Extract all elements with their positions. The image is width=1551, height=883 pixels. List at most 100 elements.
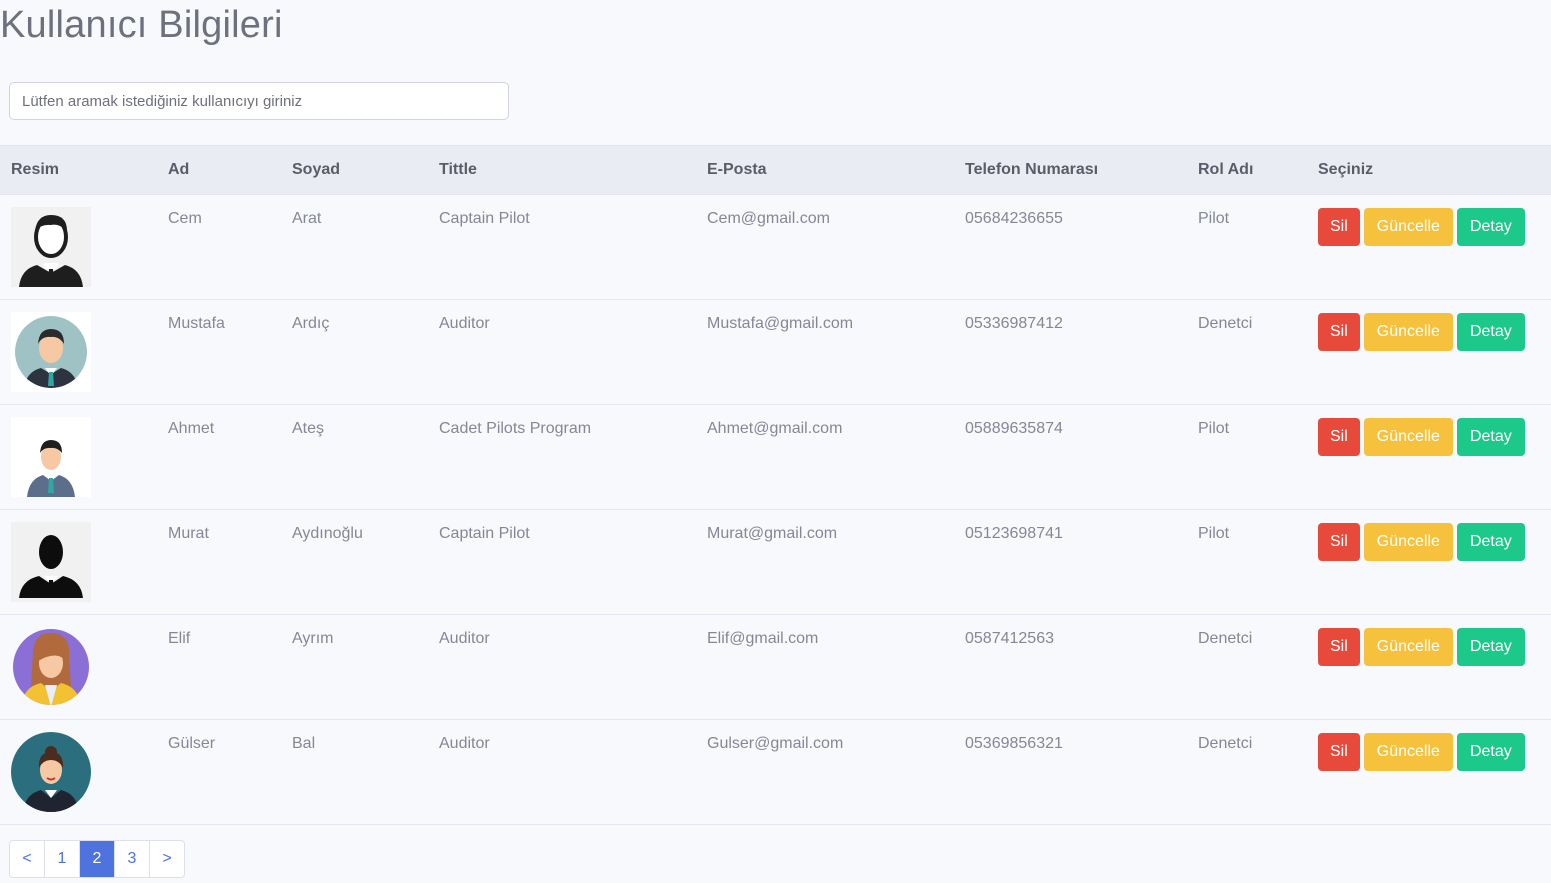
action-buttons: Sil Güncelle Detay <box>1318 733 1540 771</box>
table-row: Elif Ayrım Auditor Elif@gmail.com 0587412563… <box>0 614 1551 720</box>
cell-ad: Mustafa <box>157 299 281 405</box>
delete-button[interactable]: Sil <box>1318 523 1360 561</box>
cell-phone: 0587412563 <box>954 614 1187 720</box>
cell-role: Denetci <box>1187 299 1307 405</box>
cell-phone: 05684236655 <box>954 194 1187 300</box>
header-soyad: Soyad <box>281 145 428 195</box>
cell-role: Denetci <box>1187 614 1307 720</box>
pagination-prev[interactable]: < <box>10 841 45 877</box>
cell-phone: 05123698741 <box>954 509 1187 615</box>
search-input[interactable] <box>9 82 509 120</box>
avatar <box>11 312 91 392</box>
avatar-cell <box>0 719 157 825</box>
header-role: Rol Adı <box>1187 145 1307 195</box>
avatar-cell <box>0 404 157 510</box>
cell-soyad: Arat <box>281 194 428 300</box>
action-buttons: Sil Güncelle Detay <box>1318 628 1540 666</box>
update-button[interactable]: Güncelle <box>1363 208 1453 246</box>
cell-role: Pilot <box>1187 509 1307 615</box>
cell-role: Pilot <box>1187 404 1307 510</box>
cell-actions: Sil Güncelle Detay <box>1307 614 1551 720</box>
pagination: < 1 2 3 > <box>9 840 185 878</box>
header-email: E-Posta <box>696 145 954 195</box>
cell-soyad: Ardıç <box>281 299 428 405</box>
header-ad: Ad <box>157 145 281 195</box>
cell-title: Captain Pilot <box>428 509 696 615</box>
delete-button[interactable]: Sil <box>1318 418 1360 456</box>
pagination-next[interactable]: > <box>150 841 184 877</box>
detail-button[interactable]: Detay <box>1456 418 1525 456</box>
cell-title: Auditor <box>428 719 696 825</box>
delete-button[interactable]: Sil <box>1318 733 1360 771</box>
cell-title: Cadet Pilots Program <box>428 404 696 510</box>
cell-title: Auditor <box>428 614 696 720</box>
avatar <box>11 522 91 602</box>
detail-button[interactable]: Detay <box>1456 313 1525 351</box>
avatar <box>11 732 91 812</box>
avatar-cell <box>0 299 157 405</box>
cell-actions: Sil Güncelle Detay <box>1307 509 1551 615</box>
users-table: Resim Ad Soyad Tittle E-Posta Telefon Nu… <box>0 145 1551 825</box>
cell-title: Auditor <box>428 299 696 405</box>
table-row: Cem Arat Captain Pilot Cem@gmail.com 0568423… <box>0 194 1551 300</box>
search-container <box>9 82 509 120</box>
cell-soyad: Aydınoğlu <box>281 509 428 615</box>
cell-ad: Murat <box>157 509 281 615</box>
detail-button[interactable]: Detay <box>1456 208 1525 246</box>
cell-phone: 05889635874 <box>954 404 1187 510</box>
update-button[interactable]: Güncelle <box>1363 733 1453 771</box>
cell-email: Mustafa@gmail.com <box>696 299 954 405</box>
header-phone: Telefon Numarası <box>954 145 1187 195</box>
cell-soyad: Ateş <box>281 404 428 510</box>
table-header-row: Resim Ad Soyad Tittle E-Posta Telefon Nu… <box>0 145 1551 195</box>
delete-button[interactable]: Sil <box>1318 628 1360 666</box>
table-row: Ahmet Ateş Cadet Pilots Program Ahmet@gmail… <box>0 404 1551 510</box>
cell-email: Gulser@gmail.com <box>696 719 954 825</box>
pagination-page-2[interactable]: 2 <box>80 841 115 877</box>
cell-ad: Ahmet <box>157 404 281 510</box>
pagination-page-3[interactable]: 3 <box>115 841 150 877</box>
header-resim: Resim <box>0 145 157 195</box>
avatar <box>11 417 91 497</box>
table-row: Gülser Bal Auditor Gulser@gmail.com 05369856… <box>0 719 1551 825</box>
avatar-cell <box>0 194 157 300</box>
update-button[interactable]: Güncelle <box>1363 628 1453 666</box>
page-title: Kullanıcı Bilgileri <box>0 4 283 46</box>
pagination-page-1[interactable]: 1 <box>45 841 80 877</box>
action-buttons: Sil Güncelle Detay <box>1318 313 1540 351</box>
update-button[interactable]: Güncelle <box>1363 523 1453 561</box>
delete-button[interactable]: Sil <box>1318 313 1360 351</box>
cell-soyad: Ayrım <box>281 614 428 720</box>
cell-soyad: Bal <box>281 719 428 825</box>
action-buttons: Sil Güncelle Detay <box>1318 208 1540 246</box>
detail-button[interactable]: Detay <box>1456 628 1525 666</box>
cell-actions: Sil Güncelle Detay <box>1307 299 1551 405</box>
table-row: Mustafa Ardıç Auditor Mustafa@gmail.com 0533… <box>0 299 1551 405</box>
action-buttons: Sil Güncelle Detay <box>1318 418 1540 456</box>
cell-email: Murat@gmail.com <box>696 509 954 615</box>
detail-button[interactable]: Detay <box>1456 733 1525 771</box>
cell-role: Pilot <box>1187 194 1307 300</box>
header-title: Tittle <box>428 145 696 195</box>
cell-actions: Sil Güncelle Detay <box>1307 404 1551 510</box>
cell-ad: Cem <box>157 194 281 300</box>
delete-button[interactable]: Sil <box>1318 208 1360 246</box>
header-actions: Seçiniz <box>1307 145 1551 195</box>
cell-actions: Sil Güncelle Detay <box>1307 719 1551 825</box>
update-button[interactable]: Güncelle <box>1363 313 1453 351</box>
cell-ad: Gülser <box>157 719 281 825</box>
cell-email: Ahmet@gmail.com <box>696 404 954 510</box>
avatar-cell <box>0 509 157 615</box>
detail-button[interactable]: Detay <box>1456 523 1525 561</box>
cell-phone: 05336987412 <box>954 299 1187 405</box>
action-buttons: Sil Güncelle Detay <box>1318 523 1540 561</box>
avatar-cell <box>0 614 157 720</box>
update-button[interactable]: Güncelle <box>1363 418 1453 456</box>
cell-actions: Sil Güncelle Detay <box>1307 194 1551 300</box>
cell-role: Denetci <box>1187 719 1307 825</box>
cell-ad: Elif <box>157 614 281 720</box>
cell-email: Cem@gmail.com <box>696 194 954 300</box>
cell-phone: 05369856321 <box>954 719 1187 825</box>
cell-title: Captain Pilot <box>428 194 696 300</box>
avatar <box>11 207 91 287</box>
